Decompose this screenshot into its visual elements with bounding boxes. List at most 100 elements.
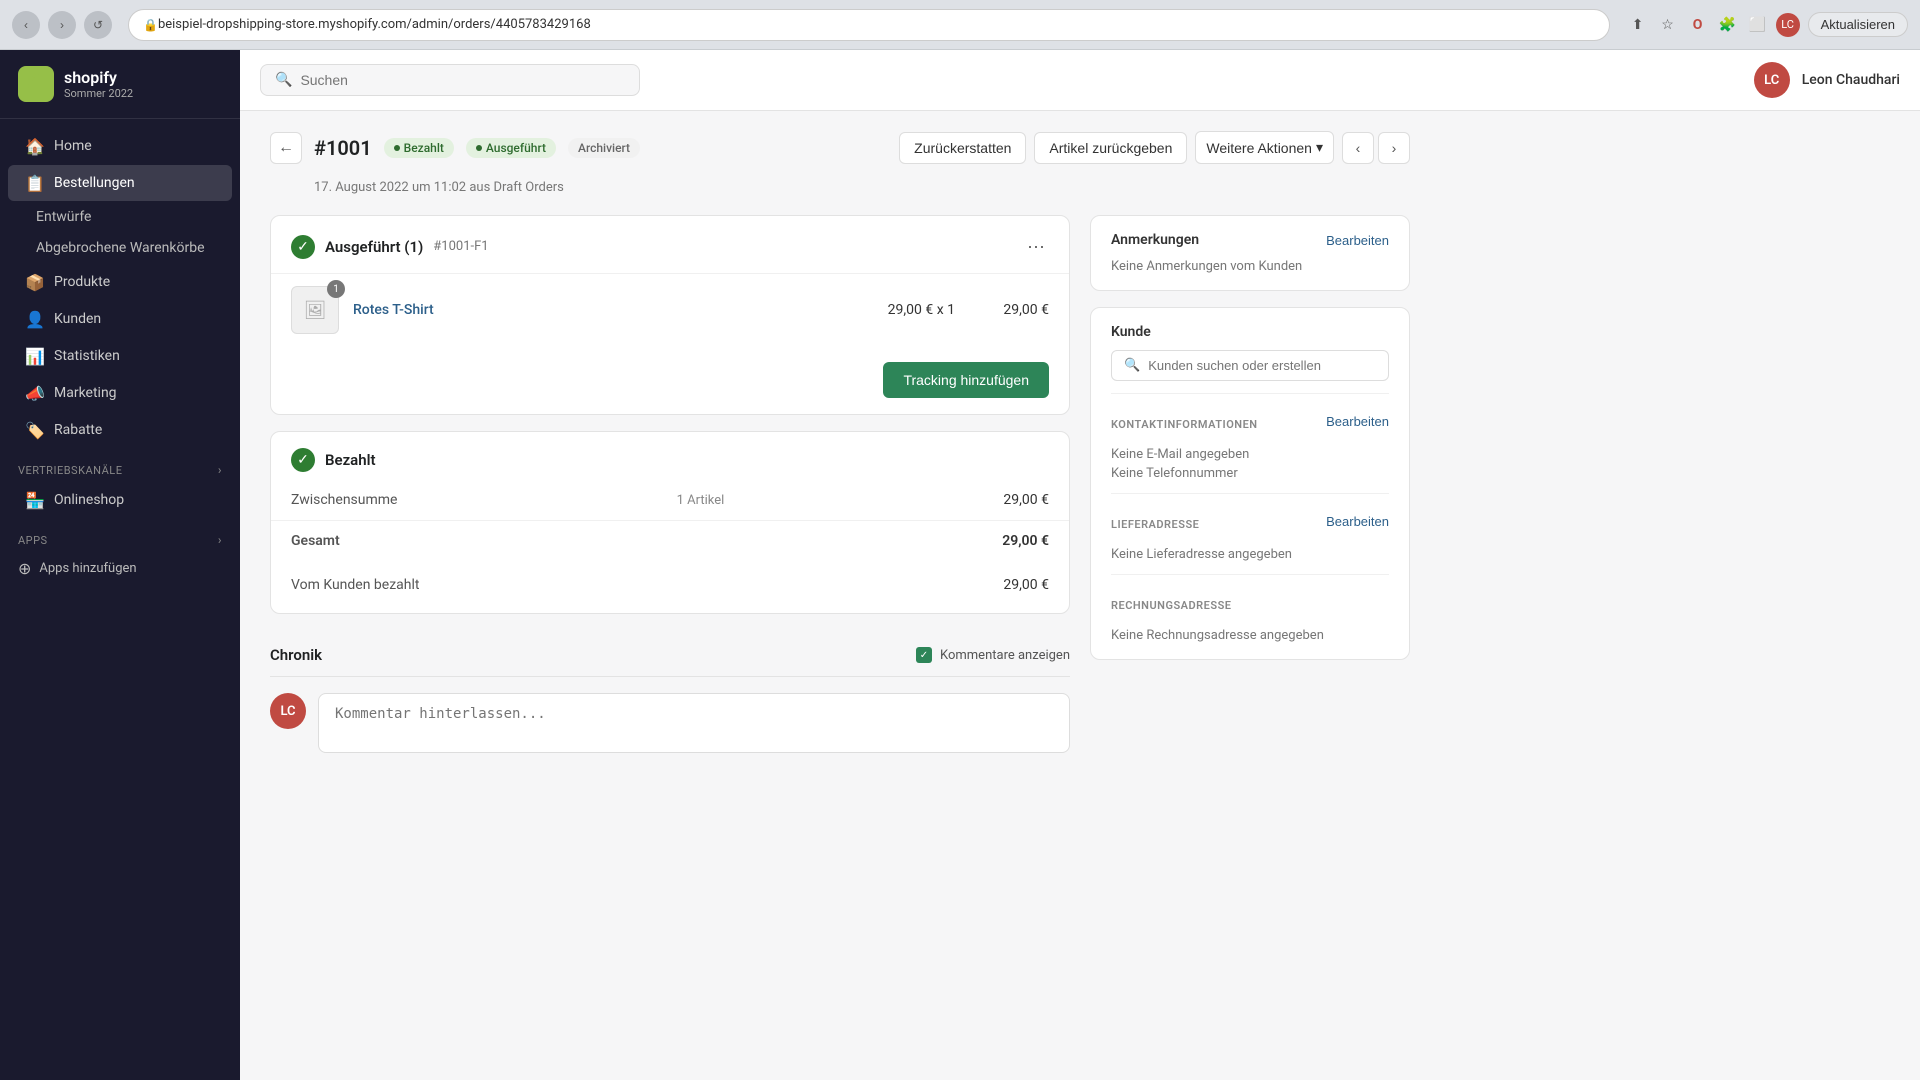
discounts-icon: 🏷️ bbox=[26, 421, 44, 439]
kommentar-label: Kommentare anzeigen bbox=[940, 648, 1070, 663]
payment-status-icon: ✓ bbox=[291, 448, 315, 472]
payment-paid-amount: 29,00 € bbox=[1003, 577, 1049, 593]
opera-icon[interactable]: O bbox=[1686, 13, 1710, 37]
share-icon[interactable]: ⬆ bbox=[1626, 13, 1650, 37]
tracking-button[interactable]: Tracking hinzufügen bbox=[883, 362, 1049, 398]
vertriebskanaele-section: Vertriebskanäle › bbox=[0, 449, 240, 481]
search-input[interactable] bbox=[300, 72, 625, 88]
payment-card-header: ✓ Bezahlt bbox=[271, 432, 1069, 484]
sidebar-bestellungen-label: Bestellungen bbox=[54, 175, 135, 191]
lieferadresse-text: Keine Lieferadresse angegeben bbox=[1111, 547, 1389, 562]
chronik-title: Chronik bbox=[270, 646, 322, 664]
sidebar-onlineshop-label: Onlineshop bbox=[54, 492, 124, 508]
tracking-btn-row: Tracking hinzufügen bbox=[271, 346, 1069, 414]
browser-toolbar-icons: ⬆ ☆ O 🧩 ⬜ LC bbox=[1626, 13, 1800, 37]
lieferadresse-divider bbox=[1111, 493, 1389, 494]
top-bar: 🔍 LC Leon Chaudhari bbox=[240, 50, 1920, 111]
rechnungsadresse-divider bbox=[1111, 574, 1389, 575]
sidebar-item-bestellungen[interactable]: 📋 Bestellungen bbox=[8, 165, 232, 201]
sidebar-statistiken-label: Statistiken bbox=[54, 348, 120, 364]
prev-order-button[interactable]: ‹ bbox=[1342, 132, 1374, 164]
more-actions-button[interactable]: Weitere Aktionen ▾ bbox=[1195, 131, 1334, 164]
reload-nav-btn[interactable]: ↺ bbox=[84, 11, 112, 39]
update-button[interactable]: Aktualisieren bbox=[1808, 12, 1908, 37]
window-icon[interactable]: ⬜ bbox=[1746, 13, 1770, 37]
forward-nav-btn[interactable]: › bbox=[48, 11, 76, 39]
sidebar-marketing-label: Marketing bbox=[54, 385, 117, 401]
payment-paid-label: Vom Kunden bezahlt bbox=[291, 577, 419, 593]
kunde-header: Kunde bbox=[1111, 324, 1389, 340]
kontakt-edit-button[interactable]: Bearbeiten bbox=[1326, 414, 1389, 429]
sidebar-item-produkte[interactable]: 📦 Produkte bbox=[8, 264, 232, 300]
next-order-button[interactable]: › bbox=[1378, 132, 1410, 164]
anmerkungen-text: Keine Anmerkungen vom Kunden bbox=[1111, 259, 1302, 274]
payment-divider bbox=[271, 520, 1069, 521]
comment-avatar: LC bbox=[270, 693, 306, 729]
fulfillment-title: Ausgeführt (1) bbox=[325, 238, 423, 256]
customer-search-icon: 🔍 bbox=[1124, 358, 1140, 373]
badge-paid: Bezahlt bbox=[384, 138, 454, 158]
comment-box-row: LC bbox=[270, 693, 1070, 753]
shop-icon: 🏪 bbox=[26, 491, 44, 509]
sidebar-rabatte-label: Rabatte bbox=[54, 422, 102, 438]
plus-icon: ⊕ bbox=[18, 559, 31, 578]
sidebar-entwuerfe-label: Entwürfe bbox=[36, 209, 91, 225]
payment-subtotal-amount: 29,00 € bbox=[1003, 492, 1049, 508]
payment-total-amount: 29,00 € bbox=[1002, 533, 1049, 549]
browser-chrome: ‹ › ↺ 🔒 beispiel-dropshipping-store.mysh… bbox=[0, 0, 1920, 50]
refund-button[interactable]: Zurückerstatten bbox=[899, 132, 1026, 164]
sidebar-abgebrochene-label: Abgebrochene Warenkörbe bbox=[36, 240, 205, 256]
chronik-header: Chronik ✓ Kommentare anzeigen bbox=[270, 630, 1070, 676]
sidebar-item-abgebrochene[interactable]: Abgebrochene Warenkörbe bbox=[36, 233, 232, 263]
payment-paid-row: Vom Kunden bezahlt 29,00 € bbox=[271, 569, 1069, 601]
products-icon: 📦 bbox=[26, 273, 44, 291]
anmerkungen-edit-button[interactable]: Bearbeiten bbox=[1326, 233, 1389, 248]
customer-search-input[interactable] bbox=[1148, 358, 1376, 373]
sidebar-item-rabatte[interactable]: 🏷️ Rabatte bbox=[8, 412, 232, 448]
kommentar-checkbox[interactable]: ✓ bbox=[916, 647, 932, 663]
page-content: ← #1001 Bezahlt Ausgeführt Archiviert Zu… bbox=[240, 111, 1440, 773]
address-bar[interactable]: 🔒 beispiel-dropshipping-store.myshopify.… bbox=[128, 9, 1610, 41]
customers-icon: 👤 bbox=[26, 310, 44, 328]
back-nav-btn[interactable]: ‹ bbox=[12, 11, 40, 39]
kunde-title: Kunde bbox=[1111, 324, 1151, 340]
order-title: #1001 bbox=[314, 136, 372, 160]
return-button[interactable]: Artikel zurückgeben bbox=[1034, 132, 1187, 164]
customer-search[interactable]: 🔍 bbox=[1111, 350, 1389, 381]
fulfillment-more-button[interactable]: ··· bbox=[1023, 232, 1049, 261]
shopify-logo-icon bbox=[18, 66, 54, 102]
extensions-icon[interactable]: 🧩 bbox=[1716, 13, 1740, 37]
lieferadresse-section-label: LIEFERADRESSE bbox=[1111, 518, 1199, 531]
sidebar-item-statistiken[interactable]: 📊 Statistiken bbox=[8, 338, 232, 374]
badge-archived-label: Archiviert bbox=[578, 141, 630, 155]
back-button[interactable]: ← bbox=[270, 132, 302, 164]
anmerkungen-title: Anmerkungen bbox=[1111, 232, 1199, 248]
stats-icon: 📊 bbox=[26, 347, 44, 365]
search-box[interactable]: 🔍 bbox=[260, 64, 640, 96]
kontakt-phone: Keine Telefonnummer bbox=[1111, 466, 1389, 481]
sidebar-item-marketing[interactable]: 📣 Marketing bbox=[8, 375, 232, 411]
bookmark-icon[interactable]: ☆ bbox=[1656, 13, 1680, 37]
payment-card: ✓ Bezahlt Zwischensumme 1 Artikel 29,00 … bbox=[270, 431, 1070, 614]
payment-title-row: ✓ Bezahlt bbox=[291, 448, 376, 472]
url-text: beispiel-dropshipping-store.myshopify.co… bbox=[158, 17, 591, 32]
lieferadresse-edit-button[interactable]: Bearbeiten bbox=[1326, 514, 1389, 529]
fulfillment-status-icon: ✓ bbox=[291, 235, 315, 259]
sidebar-item-onlineshop[interactable]: 🏪 Onlineshop bbox=[8, 482, 232, 518]
profile-icon[interactable]: LC bbox=[1776, 13, 1800, 37]
kontakt-divider bbox=[1111, 393, 1389, 394]
kommentar-toggle[interactable]: ✓ Kommentare anzeigen bbox=[916, 647, 1070, 663]
sidebar-logo: shopify Sommer 2022 bbox=[0, 50, 240, 119]
rechnungsadresse-header: RECHNUNGSADRESSE bbox=[1111, 587, 1389, 618]
sidebar-item-kunden[interactable]: 👤 Kunden bbox=[8, 301, 232, 337]
sidebar-item-entwuerfe[interactable]: Entwürfe bbox=[36, 202, 232, 232]
fulfillment-id: #1001-F1 bbox=[433, 239, 488, 254]
add-apps-item[interactable]: ⊕ Apps hinzufügen bbox=[0, 551, 240, 586]
comment-input[interactable] bbox=[318, 693, 1070, 753]
sidebar-item-home[interactable]: 🏠 Home bbox=[8, 128, 232, 164]
sidebar: shopify Sommer 2022 🏠 Home 📋 Bestellunge… bbox=[0, 50, 240, 1080]
sidebar-produkte-label: Produkte bbox=[54, 274, 110, 290]
fulfillment-card: ✓ Ausgeführt (1) #1001-F1 ··· 🖼 bbox=[270, 215, 1070, 415]
payment-total-row: Gesamt 29,00 € bbox=[271, 525, 1069, 557]
vertriebskanaele-label: Vertriebskanäle bbox=[18, 464, 122, 477]
